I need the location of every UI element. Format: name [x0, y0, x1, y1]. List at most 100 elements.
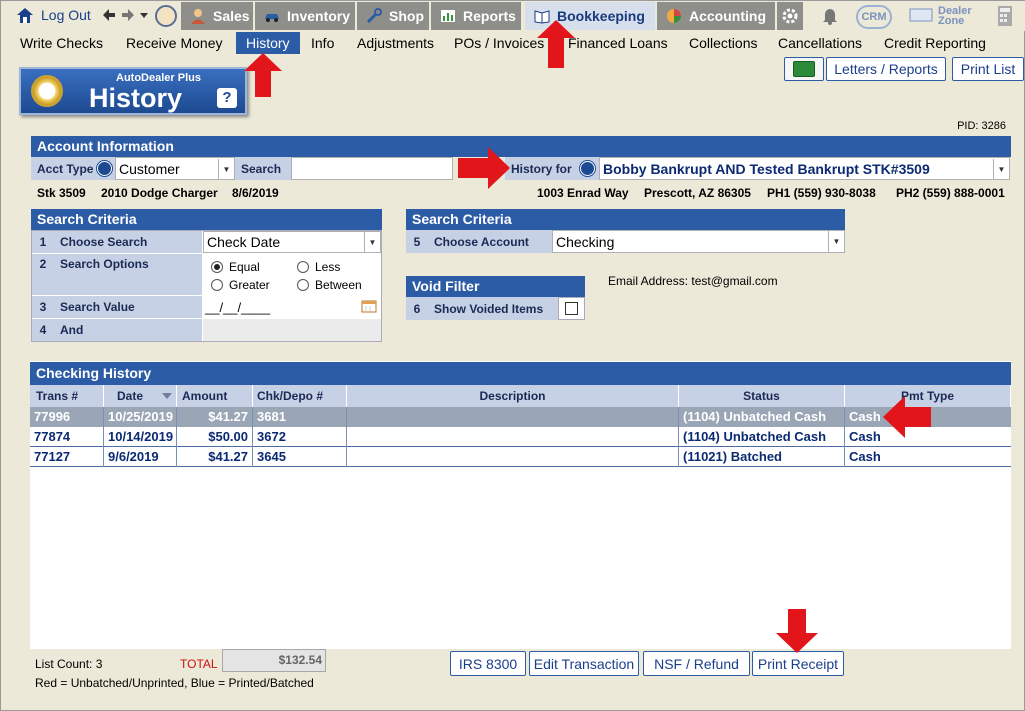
- crm-icon[interactable]: CRM: [856, 5, 892, 29]
- cell-date: 10/25/2019: [104, 407, 177, 427]
- color-legend: Red = Unbatched/Unprinted, Blue = Printe…: [35, 676, 314, 690]
- chevron-down-icon[interactable]: ▼: [218, 159, 234, 179]
- radio-less[interactable]: [297, 261, 309, 273]
- col-date[interactable]: Date: [104, 385, 177, 407]
- stock-number: Stk 3509: [37, 186, 86, 200]
- dealer-zone-link[interactable]: Dealer Zone: [909, 5, 979, 27]
- subnav-collections[interactable]: Collections: [689, 32, 757, 54]
- col-status[interactable]: Status: [679, 385, 845, 407]
- col-chk-depo[interactable]: Chk/Depo #: [253, 385, 347, 407]
- chevron-down-icon[interactable]: ▼: [828, 231, 844, 252]
- lookup-icon[interactable]: [97, 161, 113, 176]
- print-receipt-button[interactable]: Print Receipt: [752, 651, 844, 676]
- search-value-date-input[interactable]: __/__/____: [203, 296, 381, 318]
- option-greater[interactable]: Greater: [211, 278, 270, 292]
- export-excel-button[interactable]: [784, 57, 824, 81]
- search-input[interactable]: [291, 157, 453, 180]
- subnav-history[interactable]: History: [236, 32, 300, 54]
- and-value-input: [203, 319, 381, 341]
- subnav-receive-money[interactable]: Receive Money: [126, 32, 223, 54]
- history-for-label: History for: [511, 161, 572, 176]
- criteria-num-1: 1: [32, 231, 54, 253]
- table-row[interactable]: 77874 10/14/2019 $50.00 3672 (1104) Unba…: [30, 427, 1011, 447]
- acct-type-label-cell: Acct Type: [31, 157, 115, 180]
- print-list-button[interactable]: Print List: [952, 57, 1024, 81]
- clock-icon: [31, 75, 63, 107]
- cell-trans: 77874: [30, 427, 104, 447]
- back-arrow-icon[interactable]: [101, 7, 117, 23]
- cell-status: (11021) Batched: [679, 447, 845, 467]
- tab-inventory[interactable]: Inventory: [255, 2, 355, 30]
- option-less-label: Less: [315, 260, 341, 274]
- logout-link[interactable]: Log Out: [15, 6, 91, 24]
- chevron-down-icon[interactable]: ▼: [364, 232, 380, 252]
- and-label: And: [54, 319, 202, 341]
- acct-type-value: Customer: [119, 160, 180, 177]
- cell-trans: 77127: [30, 447, 104, 467]
- settings-gear-icon[interactable]: [777, 2, 803, 30]
- col-date-label: Date: [117, 389, 144, 403]
- subnav-credit-reporting[interactable]: Credit Reporting: [884, 32, 986, 54]
- pie-chart-icon: [667, 9, 681, 23]
- table-row[interactable]: 77127 9/6/2019 $41.27 3645 (11021) Batch…: [30, 447, 1011, 467]
- subnav-info[interactable]: Info: [311, 32, 334, 54]
- chevron-down-icon[interactable]: [139, 10, 149, 20]
- annotation-arrow-up-icon: [537, 20, 575, 68]
- car-icon: [265, 14, 279, 22]
- checking-history-header: Checking History: [30, 362, 1011, 385]
- forward-arrow-icon[interactable]: [120, 7, 136, 23]
- tab-reports[interactable]: Reports: [431, 2, 521, 30]
- bell-icon[interactable]: [819, 5, 841, 27]
- criteria-num-4: 4: [32, 319, 54, 341]
- radio-between[interactable]: [297, 279, 309, 291]
- calendar-icon[interactable]: [361, 299, 377, 313]
- col-description[interactable]: Description: [347, 385, 679, 407]
- home-icon: [17, 8, 33, 23]
- tab-accounting[interactable]: Accounting: [657, 2, 775, 30]
- history-for-value: Bobby Bankrupt AND Tested Bankrupt STK#3…: [603, 160, 930, 177]
- edit-transaction-button[interactable]: Edit Transaction: [529, 651, 639, 676]
- history-for-select[interactable]: Bobby Bankrupt AND Tested Bankrupt STK#3…: [599, 157, 1010, 180]
- nsf-refund-button[interactable]: NSF / Refund: [643, 651, 750, 676]
- option-equal[interactable]: Equal: [211, 260, 260, 274]
- tab-reports-label: Reports: [463, 8, 516, 24]
- chevron-down-icon[interactable]: ▼: [993, 159, 1009, 179]
- tab-sales[interactable]: Sales: [181, 2, 253, 30]
- help-icon[interactable]: ?: [217, 88, 237, 108]
- crm-label: CRM: [861, 11, 887, 23]
- annotation-arrow-left-icon: [883, 396, 931, 438]
- choose-search-label: Choose Search: [54, 231, 202, 253]
- subnav-financed-loans[interactable]: Financed Loans: [568, 32, 668, 54]
- logout-label: Log Out: [41, 7, 91, 23]
- irs-8300-button[interactable]: IRS 8300: [450, 651, 526, 676]
- user-avatar-icon[interactable]: [155, 5, 177, 27]
- acct-type-select[interactable]: Customer ▼: [115, 157, 235, 180]
- col-amount[interactable]: Amount: [177, 385, 253, 407]
- calculator-icon[interactable]: [996, 5, 1014, 27]
- subnav-pos-invoices[interactable]: POs / Invoices: [454, 32, 544, 54]
- customer-address: 1003 Enrad Way: [537, 186, 629, 200]
- history-nav: [101, 7, 149, 23]
- option-less[interactable]: Less: [297, 260, 340, 274]
- radio-equal[interactable]: [211, 261, 223, 273]
- letters-reports-button[interactable]: Letters / Reports: [826, 57, 946, 81]
- option-between[interactable]: Between: [297, 278, 362, 292]
- subnav-cancellations[interactable]: Cancellations: [778, 32, 862, 54]
- monitor-icon: [909, 8, 933, 22]
- subnav-write-checks[interactable]: Write Checks: [20, 32, 103, 54]
- show-voided-checkbox[interactable]: [565, 302, 578, 315]
- lookup-icon[interactable]: [579, 161, 595, 176]
- excel-icon: [793, 61, 815, 77]
- choose-account-select[interactable]: Checking ▼: [552, 230, 845, 253]
- col-trans[interactable]: Trans #: [30, 385, 104, 407]
- option-equal-label: Equal: [229, 260, 260, 274]
- tab-shop[interactable]: Shop: [357, 2, 429, 30]
- table-row[interactable]: 77996 10/25/2019 $41.27 3681 (1104) Unba…: [30, 407, 1011, 427]
- subnav-adjustments[interactable]: Adjustments: [357, 32, 434, 54]
- customer-city: Prescott, AZ 86305: [644, 186, 751, 200]
- radio-greater[interactable]: [211, 279, 223, 291]
- cell-date: 10/14/2019: [104, 427, 177, 447]
- search-options-label: Search Options: [54, 254, 202, 295]
- show-voided-label: Show Voided Items: [428, 297, 558, 320]
- choose-search-select[interactable]: Check Date ▼: [203, 231, 381, 253]
